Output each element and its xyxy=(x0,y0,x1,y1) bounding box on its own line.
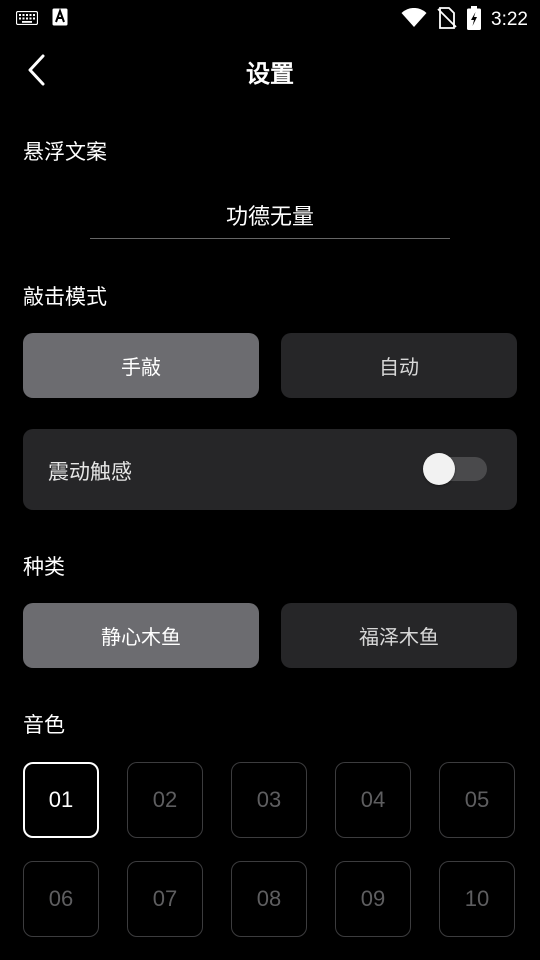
tap-mode-manual-button[interactable]: 手敲 xyxy=(23,333,259,398)
status-bar-right: 3:22 xyxy=(401,6,528,34)
tone-label: 音色 xyxy=(23,713,65,737)
tone-grid: 01 02 03 04 05 06 07 08 09 10 xyxy=(23,762,517,940)
keyboard-icon xyxy=(15,10,39,29)
category-label: 种类 xyxy=(23,555,65,579)
tone-option-04[interactable]: 04 xyxy=(335,762,411,838)
a-notification-icon xyxy=(52,8,68,30)
battery-charging-icon xyxy=(467,6,482,34)
float-text-input[interactable] xyxy=(90,192,450,239)
tone-option-09[interactable]: 09 xyxy=(335,861,411,937)
no-sim-icon xyxy=(437,7,457,33)
toggle-knob xyxy=(423,453,455,485)
tone-option-07[interactable]: 07 xyxy=(127,861,203,937)
category-fuze-button[interactable]: 福泽木鱼 xyxy=(281,603,517,668)
tap-mode-label: 敲击模式 xyxy=(23,285,107,309)
status-bar: 3:22 xyxy=(0,0,540,36)
tone-option-05[interactable]: 05 xyxy=(439,762,515,838)
vibration-toggle[interactable] xyxy=(423,451,489,487)
float-text-label: 悬浮文案 xyxy=(23,140,107,164)
tone-option-08[interactable]: 08 xyxy=(231,861,307,937)
page-title: 设置 xyxy=(246,60,294,88)
tone-option-10[interactable]: 10 xyxy=(439,861,515,937)
tone-option-06[interactable]: 06 xyxy=(23,861,99,937)
wifi-icon xyxy=(401,7,427,32)
category-jingxin-button[interactable]: 静心木鱼 xyxy=(23,603,259,668)
tone-option-01[interactable]: 01 xyxy=(23,762,99,838)
tone-option-03[interactable]: 03 xyxy=(231,762,307,838)
vibration-row: 震动触感 xyxy=(23,429,517,510)
header: 设置 xyxy=(0,36,540,102)
status-bar-left xyxy=(15,8,68,30)
tap-mode-auto-button[interactable]: 自动 xyxy=(281,333,517,398)
status-time: 3:22 xyxy=(491,9,528,30)
tone-option-02[interactable]: 02 xyxy=(127,762,203,838)
vibration-label: 震动触感 xyxy=(48,460,132,484)
